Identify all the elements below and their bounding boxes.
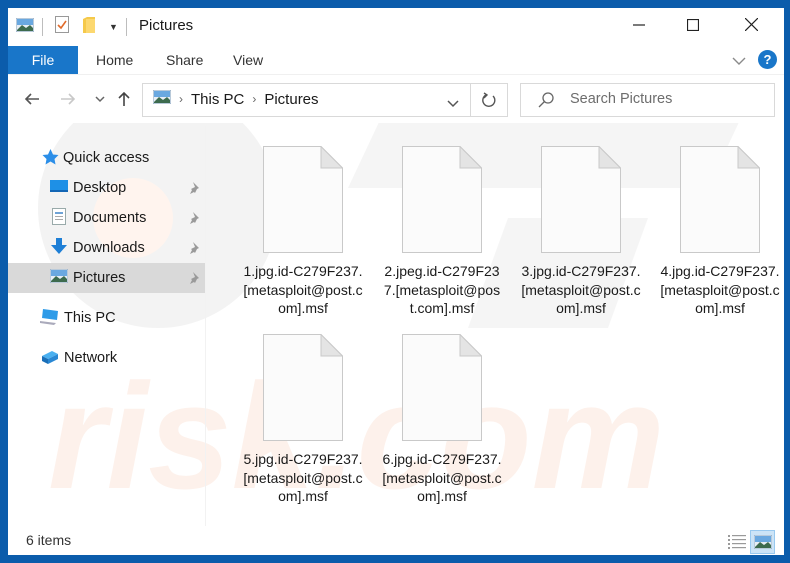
sidebar-item-label: Quick access	[63, 150, 150, 166]
search-icon	[538, 92, 554, 113]
customize-toolbar-dropdown-icon[interactable]: ▼	[109, 22, 118, 32]
sidebar-item-pictures[interactable]: Pictures	[8, 263, 205, 293]
breadcrumb-this-pc[interactable]: This PC	[191, 91, 244, 108]
back-arrow-icon	[24, 93, 39, 105]
tab-home[interactable]: Home	[96, 46, 133, 74]
maximize-icon	[686, 18, 700, 36]
sidebar-item-documents[interactable]: Documents	[8, 203, 205, 233]
pictures-location-icon	[152, 89, 172, 108]
pictures-icon	[49, 268, 69, 287]
blank-file-icon	[263, 333, 344, 441]
file-item[interactable]: 3.jpg.id-C279F237.[metasploit@post.com].…	[516, 145, 646, 318]
blank-file-icon	[402, 145, 483, 253]
sidebar-item-label: Desktop	[73, 180, 127, 196]
breadcrumb-chevron-icon: ›	[179, 92, 183, 106]
large-icons-view-icon	[753, 535, 772, 549]
up-button[interactable]	[114, 89, 134, 109]
navigation-bar: › This PC › Pictures Search Pictures	[8, 74, 784, 123]
downloads-icon	[51, 237, 67, 259]
sidebar-item-label: Network	[64, 350, 118, 366]
documents-icon	[52, 207, 66, 229]
large-icons-view-button[interactable]	[750, 530, 775, 554]
desktop-icon	[50, 179, 68, 197]
file-name: 5.jpg.id-C279F237.[metasploit@post.com].…	[243, 451, 363, 504]
close-button[interactable]	[728, 8, 774, 46]
sidebar-item-network[interactable]: Network	[8, 343, 205, 373]
file-item[interactable]: 5.jpg.id-C279F237.[metasploit@post.com].…	[238, 333, 368, 506]
pin-icon[interactable]	[189, 181, 201, 199]
tab-view[interactable]: View	[233, 46, 263, 74]
toolbar-separator	[125, 18, 127, 36]
status-bar: 6 items	[8, 528, 784, 555]
maximize-button[interactable]	[670, 8, 716, 46]
blank-file-icon	[263, 145, 344, 253]
details-view-button[interactable]	[724, 530, 749, 554]
sidebar-item-desktop[interactable]: Desktop	[8, 173, 205, 203]
tab-file[interactable]: File	[8, 46, 78, 74]
file-item[interactable]: 2.jpeg.id-C279F237.[metasploit@post.com]…	[377, 145, 507, 318]
search-box[interactable]: Search Pictures	[520, 83, 775, 117]
forward-arrow-icon	[61, 93, 76, 105]
tab-share[interactable]: Share	[166, 46, 203, 74]
close-icon	[744, 17, 758, 36]
sidebar-item-downloads[interactable]: Downloads	[8, 233, 205, 263]
blank-file-icon	[402, 333, 483, 441]
up-arrow-icon	[118, 91, 130, 106]
quick-access-star-icon	[42, 148, 59, 169]
network-icon	[40, 348, 60, 369]
refresh-button[interactable]	[471, 83, 508, 117]
file-name: 3.jpg.id-C279F237.[metasploit@post.com].…	[521, 263, 641, 316]
refresh-icon	[482, 92, 496, 107]
toolbar-separator	[42, 18, 43, 36]
file-explorer-window: risk.com ▼ Pictures File Home Share View…	[8, 8, 784, 555]
ribbon-tabs: File Home Share View ?	[8, 46, 784, 74]
pin-icon[interactable]	[189, 271, 201, 289]
file-list: 1.jpg.id-C279F237.[metasploit@post.com].…	[206, 126, 784, 526]
file-item[interactable]: 1.jpg.id-C279F237.[metasploit@post.com].…	[238, 145, 368, 318]
sidebar-item-label: Downloads	[73, 240, 145, 256]
recent-locations-button[interactable]	[90, 89, 110, 109]
item-count: 6 items	[26, 532, 72, 548]
minimize-button[interactable]	[616, 8, 662, 46]
navigation-pane: Quick access Desktop Documents Downloads	[8, 126, 205, 526]
properties-icon[interactable]	[55, 16, 69, 38]
address-bar[interactable]: › This PC › Pictures	[142, 83, 471, 117]
minimize-icon	[633, 18, 645, 36]
file-name: 1.jpg.id-C279F237.[metasploit@post.com].…	[243, 263, 363, 316]
file-name: 6.jpg.id-C279F237.[metasploit@post.com].…	[382, 451, 502, 504]
quick-access-toolbar: ▼	[15, 16, 135, 38]
chevron-down-icon	[95, 95, 105, 102]
forward-button[interactable]	[58, 89, 78, 109]
file-name: 4.jpg.id-C279F237.[metasploit@post.com].…	[660, 263, 780, 316]
back-button[interactable]	[22, 89, 42, 109]
breadcrumb-pictures[interactable]: Pictures	[264, 91, 318, 108]
sidebar-item-label: This PC	[64, 310, 116, 326]
sidebar-item-label: Documents	[73, 210, 147, 226]
search-input[interactable]: Search Pictures	[570, 91, 672, 107]
sidebar-item-this-pc[interactable]: This PC	[8, 303, 205, 333]
blank-file-icon	[680, 145, 761, 253]
window-title: Pictures	[139, 17, 194, 34]
sidebar-item-quick-access[interactable]: Quick access	[8, 143, 205, 173]
sidebar-item-label: Pictures	[73, 270, 126, 286]
this-pc-icon	[40, 308, 60, 329]
details-view-icon	[727, 535, 746, 549]
address-dropdown-icon[interactable]	[447, 95, 459, 113]
blank-file-icon	[541, 145, 622, 253]
breadcrumb-chevron-icon: ›	[252, 92, 257, 106]
pin-icon[interactable]	[189, 241, 201, 259]
file-item[interactable]: 4.jpg.id-C279F237.[metasploit@post.com].…	[655, 145, 784, 318]
pictures-folder-icon	[15, 17, 35, 37]
pin-icon[interactable]	[189, 211, 201, 229]
help-icon[interactable]: ?	[758, 50, 777, 69]
expand-ribbon-icon[interactable]	[732, 53, 746, 71]
file-name: 2.jpeg.id-C279F237.[metasploit@post.com]…	[383, 263, 501, 316]
title-bar: ▼ Pictures	[8, 8, 784, 46]
file-item[interactable]: 6.jpg.id-C279F237.[metasploit@post.com].…	[377, 333, 507, 506]
new-folder-icon[interactable]	[83, 16, 95, 38]
